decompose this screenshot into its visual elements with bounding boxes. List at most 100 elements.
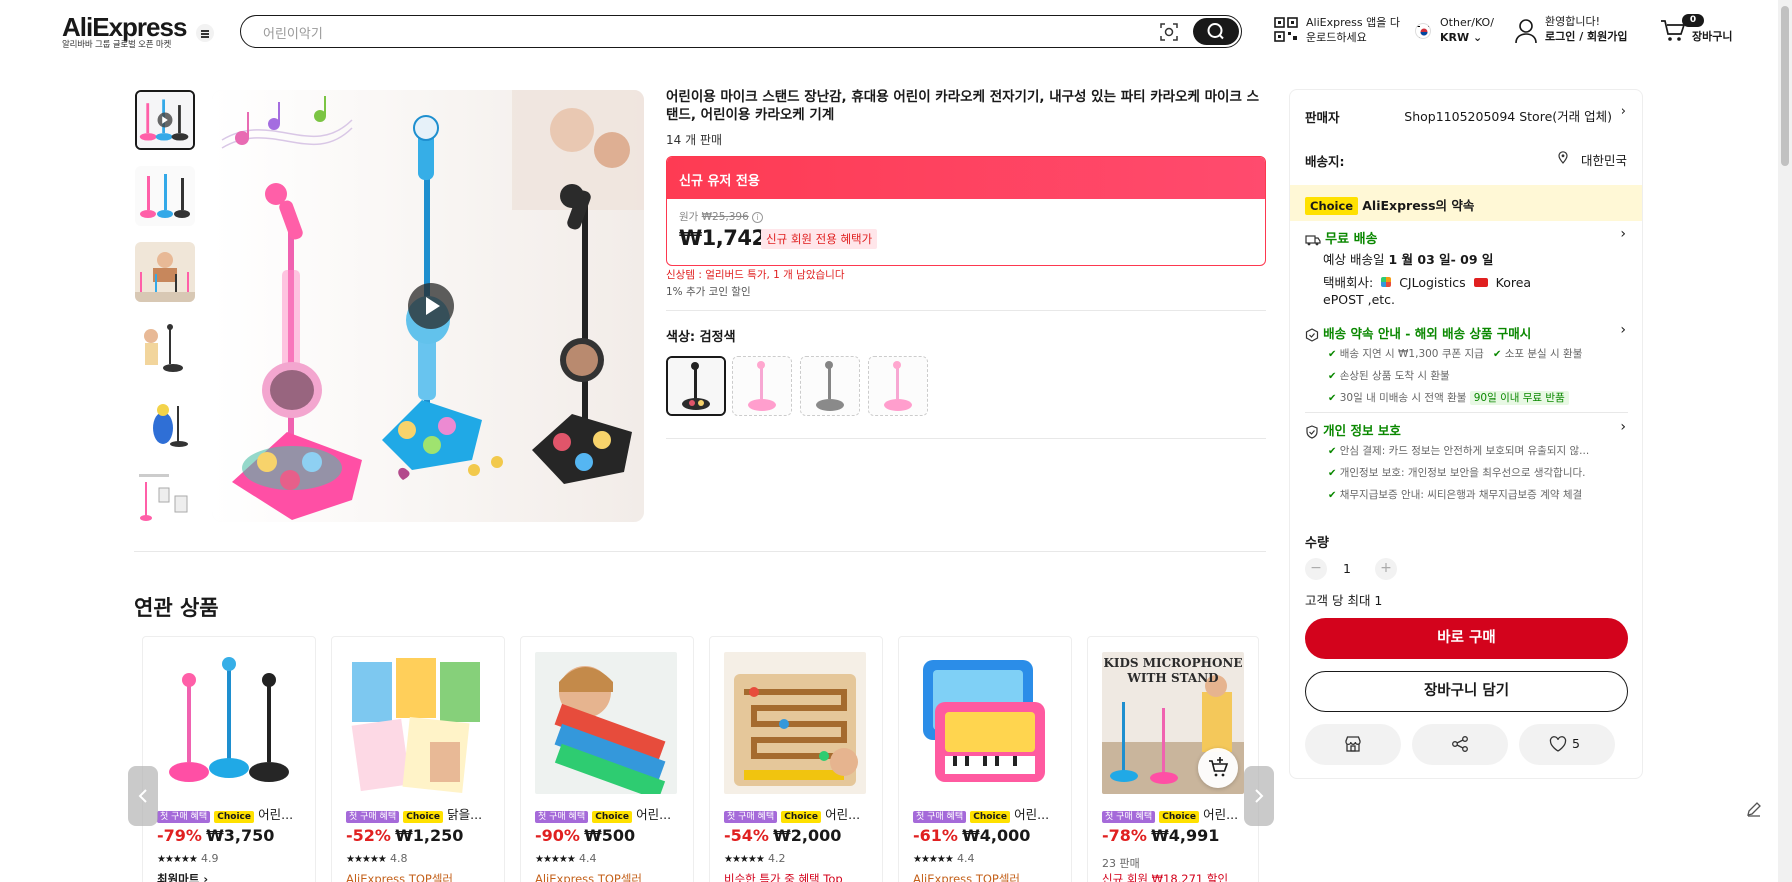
carousel-prev-button[interactable] [128, 766, 158, 826]
korea-post-logo-icon [1473, 278, 1488, 287]
cj-logo-icon [1381, 277, 1392, 287]
cart-label[interactable]: 장바구니 [1692, 29, 1732, 44]
card-rating: 4.2 [767, 852, 786, 865]
card-rating: 4.4 [578, 852, 597, 865]
user-icon[interactable] [1514, 18, 1538, 44]
card-store[interactable]: 비슷한 특가 중 혜택 Top [724, 871, 874, 882]
scrollbar[interactable] [1778, 0, 1792, 882]
store-button[interactable] [1305, 724, 1401, 765]
ship-to-value[interactable]: 대한민국 [1581, 150, 1627, 169]
app-download-link[interactable]: AliExpress 앱을 다 운로드하세요 [1306, 15, 1400, 45]
chevron-right-icon[interactable]: › [1621, 104, 1626, 119]
product-title: 어린이용 마이크 스탠드 장난감, 휴대용 어린이 카라오케 전자기기, 내구성… [666, 89, 1259, 123]
card-image[interactable] [724, 652, 866, 794]
locale-selector[interactable]: Other/KO/ KRW ⌄ [1440, 15, 1494, 45]
purchase-limit: 고객 당 최대 1 [1305, 593, 1383, 608]
store-icon [1344, 735, 1362, 753]
choice-tag: Choice [1159, 811, 1199, 823]
deal-header-text: 신규 유저 전용 [679, 174, 760, 189]
choice-promise-text: AliExpress의 약속 [1362, 198, 1475, 213]
buy-now-button[interactable]: 바로 구매 [1305, 618, 1628, 659]
eta-row: 예상 배송일 1 월 03 일- 09 일 [1323, 252, 1494, 267]
card-image[interactable]: KIDS MICROPHONE WITH STAND [1102, 652, 1244, 794]
quantity-value[interactable]: 1 [1343, 561, 1351, 576]
feedback-edit-icon[interactable] [1745, 800, 1763, 818]
card-price: ₩500 [584, 826, 636, 845]
card-rating: 4.9 [200, 852, 219, 865]
chevron-right-icon[interactable]: › [1620, 226, 1626, 242]
account-link[interactable]: 환영합니다! 로그인 / 회원가입 [1545, 14, 1628, 44]
first-purchase-tag: 첫 구매 혜택 [346, 811, 400, 823]
search-input[interactable]: 어린이악기 [263, 23, 323, 42]
thumbnail-5[interactable] [135, 394, 195, 454]
promise-item: ✔ 손상된 상품 도착 시 환불 [1328, 370, 1450, 382]
related-card[interactable]: 첫 구매 혜택 Choice 어린... -90% ₩500 ★★★★★ 4.4… [520, 636, 694, 882]
header: AliExpress 알리바바 그룹 글로벌 오픈 마켓 어린이악기 AliEx… [0, 0, 1792, 62]
wishlist-button[interactable]: 5 [1519, 724, 1615, 765]
chevron-right-icon[interactable]: › [1620, 322, 1626, 338]
thumbnail-2[interactable] [135, 166, 195, 226]
qr-code-icon[interactable] [1274, 17, 1298, 43]
carrier-row: 택배회사: CJLogistics Korea [1323, 275, 1532, 290]
related-card[interactable]: 첫 구매 혜택 Choice 어린... -61% ₩4,000 ★★★★★ 4… [898, 636, 1072, 882]
image-search-icon[interactable] [1159, 22, 1179, 42]
add-to-cart-icon[interactable] [1198, 748, 1238, 788]
first-purchase-tag: 첫 구매 혜택 [157, 811, 211, 823]
thumbnail-3[interactable] [135, 242, 195, 302]
info-icon[interactable]: i [752, 211, 764, 223]
promise-item: ✔ 배송 지연 시 ₩1,300 쿠폰 지급 [1328, 348, 1484, 360]
quantity-increase-button[interactable]: + [1375, 558, 1397, 580]
sold-count: 14 개 판매 [666, 133, 723, 147]
scrollbar-thumb[interactable] [1781, 6, 1789, 166]
seller-link[interactable]: Shop1105205094 Store(거래 업체) [1404, 106, 1612, 125]
card-image[interactable] [535, 652, 677, 794]
carousel-next-button[interactable] [1244, 766, 1274, 826]
card-image[interactable] [346, 652, 488, 794]
card-store[interactable]: 최원마트 › [157, 871, 208, 882]
play-video-icon[interactable] [408, 283, 454, 329]
first-purchase-tag: 첫 구매 혜택 [913, 811, 967, 823]
search-bar[interactable]: 어린이악기 [240, 15, 1242, 48]
card-store[interactable]: AliExpress TOP셀러 [913, 871, 1020, 882]
card-image[interactable] [157, 652, 299, 794]
quantity-decrease-button[interactable]: − [1305, 558, 1327, 580]
swatch-black-2[interactable] [800, 356, 860, 416]
share-button[interactable] [1412, 724, 1508, 765]
card-rating: 4.4 [956, 852, 975, 865]
add-to-cart-button[interactable]: 장바구니 담기 [1305, 671, 1628, 712]
menu-icon[interactable] [196, 24, 214, 42]
card-discount: -54% [724, 826, 769, 845]
card-name: 어린... [825, 807, 861, 822]
card-price: ₩4,991 [1151, 826, 1220, 845]
card-store[interactable]: AliExpress TOP셀러 [535, 871, 642, 882]
chevron-right-icon[interactable]: › [1620, 419, 1626, 435]
related-card[interactable]: 첫 구매 혜택 Choice 닭을... -52% ₩1,250 ★★★★★ 4… [331, 636, 505, 882]
card-store[interactable]: AliExpress TOP셀러 [346, 871, 453, 882]
promise-item: ✔ 30일 내 미배송 시 전액 환불 90일 이내 무료 반품 [1328, 390, 1569, 405]
swatch-pink[interactable] [732, 356, 792, 416]
privacy-row[interactable]: 개인 정보 보호 [1305, 420, 1401, 439]
search-button[interactable] [1193, 18, 1239, 45]
card-price: ₩4,000 [962, 826, 1031, 845]
related-card[interactable]: 첫 구매 혜택 Choice 어린... -79% ₩3,750 ★★★★★ 4… [142, 636, 316, 882]
card-promo[interactable]: 신규 회원 ₩18,271 할인 [1102, 871, 1252, 882]
related-card[interactable]: KIDS MICROPHONE WITH STAND 첫 구매 혜택 Choic… [1087, 636, 1259, 882]
privacy-item: ✔ 안심 결제: 카드 정보는 안전하게 보호되며 유출되지 않... [1328, 445, 1590, 457]
related-card[interactable]: 첫 구매 혜택 Choice 어린... -54% ₩2,000 ★★★★★ 4… [709, 636, 883, 882]
main-product-image[interactable] [212, 90, 644, 522]
swatch-pink-2[interactable] [868, 356, 928, 416]
swatch-black[interactable] [666, 356, 726, 416]
card-price: ₩2,000 [773, 826, 842, 845]
choice-tag: Choice [592, 811, 632, 823]
free-shipping-row[interactable]: 무료 배송 [1305, 228, 1378, 247]
delivery-promise-row[interactable]: 배송 약속 안내 - 해외 배송 상품 구매시 [1305, 323, 1531, 342]
card-image-title: WITH STAND [1127, 671, 1219, 685]
card-name: 어린... [258, 807, 294, 822]
card-image[interactable] [913, 652, 1055, 794]
thumbnail-4[interactable] [135, 318, 195, 378]
coin-note: 1% 추가 코인 할인 [666, 286, 751, 298]
seller-label: 판매자 [1305, 110, 1340, 125]
thumbnail-6[interactable] [135, 470, 195, 530]
card-sold: 23 판매 [1102, 857, 1140, 870]
thumbnail-1[interactable] [135, 90, 195, 150]
